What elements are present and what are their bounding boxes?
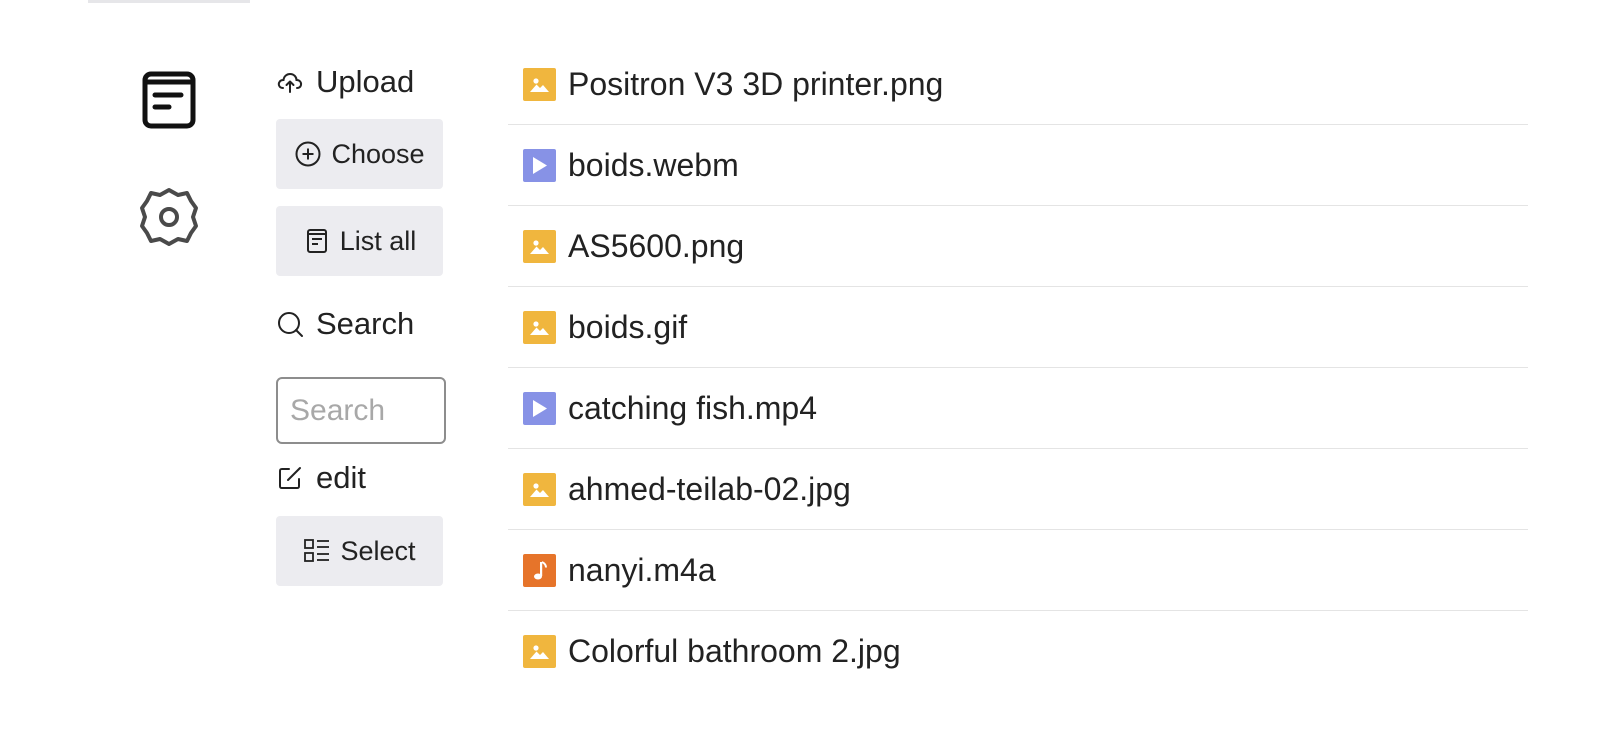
file-list-icon <box>141 70 197 135</box>
file-list: Positron V3 3D printer.png boids.webm AS56… <box>508 44 1528 692</box>
file-name: boids.gif <box>568 308 688 345</box>
checklist-icon <box>303 537 331 565</box>
settings-nav-button[interactable] <box>136 186 202 252</box>
file-row[interactable]: Colorful bathroom 2.jpg <box>508 611 1528 692</box>
image-file-icon <box>523 635 556 668</box>
select-button-label: Select <box>340 535 416 566</box>
list-all-button[interactable]: List all <box>276 206 443 276</box>
select-button[interactable]: Select <box>276 516 443 586</box>
file-name: Colorful bathroom 2.jpg <box>568 633 901 669</box>
audio-file-icon <box>523 553 556 587</box>
choose-button-label: Choose <box>331 138 425 169</box>
edit-icon <box>276 464 304 492</box>
file-name: AS5600.png <box>568 227 745 264</box>
edit-section-label: edit <box>276 460 366 496</box>
file-name: Positron V3 3D printer.png <box>568 65 944 102</box>
cloud-upload-icon <box>276 68 304 96</box>
file-name: boids.webm <box>568 146 739 183</box>
image-file-icon <box>523 67 556 101</box>
video-file-icon <box>523 148 556 182</box>
side-rail <box>0 0 260 750</box>
plus-circle-icon <box>294 140 322 168</box>
gear-icon <box>138 186 200 253</box>
search-icon <box>276 310 304 338</box>
file-row[interactable]: boids.gif <box>508 287 1528 368</box>
upload-label: Upload <box>316 64 415 99</box>
file-row[interactable]: Positron V3 3D printer.png <box>508 44 1528 125</box>
document-icon <box>303 227 331 255</box>
file-name: nanyi.m4a <box>568 551 716 588</box>
file-row[interactable]: AS5600.png <box>508 206 1528 287</box>
edit-label: edit <box>316 460 366 495</box>
search-section-label: Search <box>276 306 414 342</box>
image-file-icon <box>523 229 556 263</box>
file-name: catching fish.mp4 <box>568 389 818 426</box>
control-panel: Upload Choose List all Search Search edi… <box>276 0 466 750</box>
upload-section-label: Upload <box>276 64 414 100</box>
file-row[interactable]: nanyi.m4a <box>508 530 1528 611</box>
image-file-icon <box>523 472 556 506</box>
choose-button[interactable]: Choose <box>276 119 443 189</box>
file-row[interactable]: ahmed-teilab-02.jpg <box>508 449 1528 530</box>
files-nav-button[interactable] <box>138 70 200 134</box>
list-all-button-label: List all <box>339 225 417 256</box>
video-file-icon <box>523 391 556 425</box>
search-input[interactable] <box>276 377 446 444</box>
file-name: ahmed-teilab-02.jpg <box>568 470 851 507</box>
file-row[interactable]: boids.webm <box>508 125 1528 206</box>
search-label: Search <box>316 306 415 341</box>
image-file-icon <box>523 310 556 344</box>
file-row[interactable]: catching fish.mp4 <box>508 368 1528 449</box>
